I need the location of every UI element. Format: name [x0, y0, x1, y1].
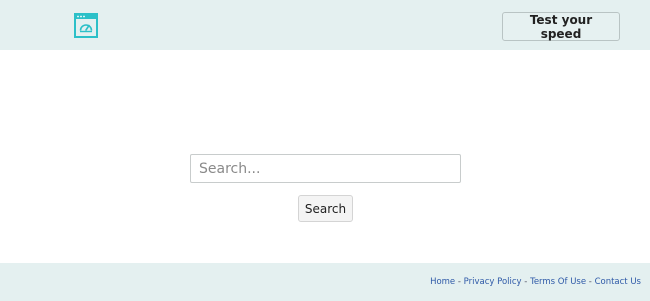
footer-bar: Home - Privacy Policy - Terms Of Use - C…	[0, 263, 650, 301]
speedometer-logo-icon[interactable]	[74, 13, 98, 38]
header-bar: Test your speed	[0, 0, 650, 50]
test-your-speed-button[interactable]: Test your speed	[502, 12, 620, 41]
footer-links: Home - Privacy Policy - Terms Of Use - C…	[430, 277, 641, 287]
search-input[interactable]	[190, 154, 461, 183]
page: Test your speed Search Home - Privacy Po…	[0, 0, 650, 301]
main-content: Search	[0, 50, 650, 263]
footer-link-privacy-policy[interactable]: Privacy Policy	[464, 277, 522, 287]
footer-link-terms-of-use[interactable]: Terms Of Use	[530, 277, 586, 287]
footer-link-contact-us[interactable]: Contact Us	[595, 277, 641, 287]
footer-separator: -	[521, 277, 531, 287]
footer-separator: -	[455, 277, 464, 287]
search-button[interactable]: Search	[298, 195, 353, 222]
footer-link-home[interactable]: Home	[430, 277, 455, 287]
footer-separator: -	[586, 277, 595, 287]
